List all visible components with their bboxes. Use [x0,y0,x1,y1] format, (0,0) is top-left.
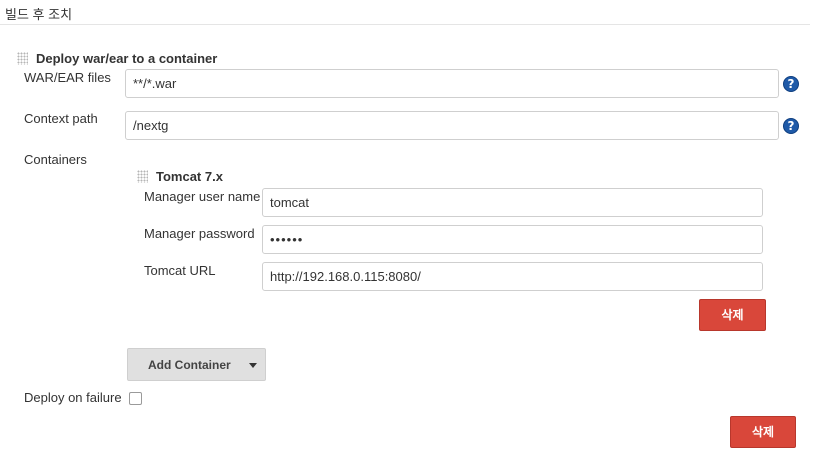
deploy-on-failure-label: Deploy on failure [24,390,122,405]
add-container-label: Add Container [148,358,231,372]
context-path-input[interactable]: /nextg [125,111,779,140]
drag-handle-icon[interactable] [17,52,28,65]
tomcat-url-input[interactable]: http://192.168.0.115:8080/ [262,262,763,291]
deploy-on-failure-checkbox[interactable] [129,392,142,405]
war-files-label: WAR/EAR files [24,70,111,85]
war-files-input[interactable]: **/*.war [125,69,779,98]
tomcat-heading: Tomcat 7.x [156,169,223,184]
tomcat-url-label: Tomcat URL [144,263,216,278]
manager-user-label: Manager user name [144,189,261,204]
add-container-button[interactable]: Add Container [127,348,266,381]
section-header [0,0,810,25]
containers-label: Containers [24,152,87,167]
context-path-help-icon[interactable]: ? [783,118,799,134]
deploy-heading: Deploy war/ear to a container [36,51,218,66]
context-path-label: Context path [24,111,98,126]
delete-button[interactable]: 삭제 [730,416,796,448]
manager-password-input[interactable]: •••••• [262,225,763,254]
war-files-help-icon[interactable]: ? [783,76,799,92]
tomcat-drag-handle-icon[interactable] [137,170,148,183]
chevron-down-icon [249,363,257,368]
section-title: 빌드 후 조치 [5,7,73,22]
tomcat-delete-button[interactable]: 삭제 [699,299,766,331]
manager-password-label: Manager password [144,226,255,241]
manager-user-input[interactable]: tomcat [262,188,763,217]
